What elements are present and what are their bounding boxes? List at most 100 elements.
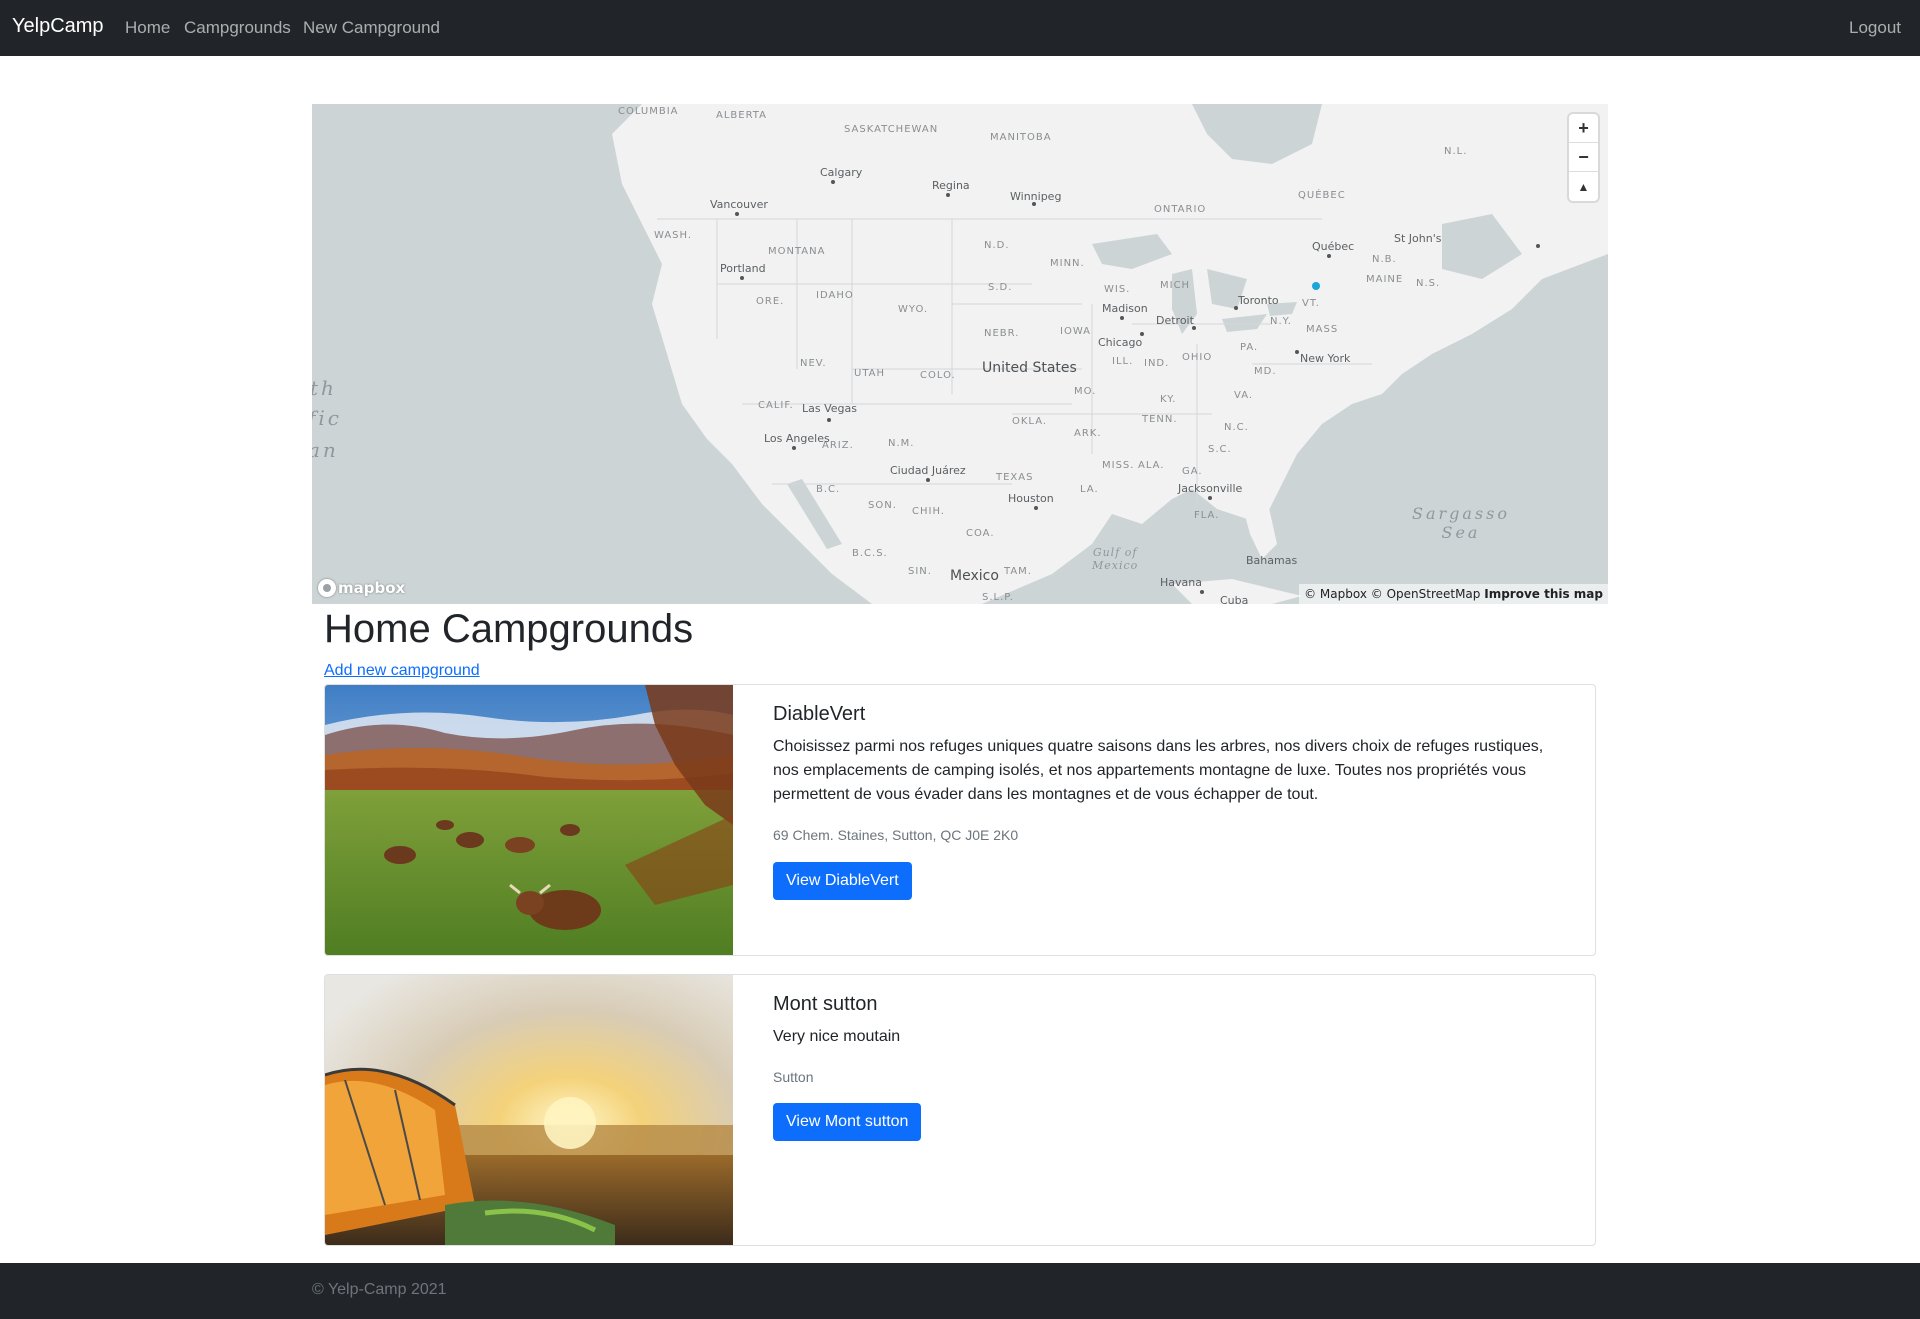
campground-image <box>325 975 733 1245</box>
map-city-dot <box>1140 332 1144 336</box>
map-city-dot <box>1208 496 1212 500</box>
view-campground-button[interactable]: View Mont sutton <box>773 1103 922 1141</box>
mapbox-logo-text: mapbox <box>338 579 406 597</box>
map-region-label: CALIF. <box>758 400 794 411</box>
map-region-label: MASS <box>1306 324 1339 335</box>
map-region-label: N.D. <box>984 240 1010 251</box>
campground-marker[interactable] <box>1312 282 1320 290</box>
navbar: YelpCamp Home Campgrounds New Campground… <box>0 0 1920 56</box>
view-campground-button[interactable]: View DiableVert <box>773 862 912 900</box>
map-region-label: IDAHO <box>816 290 854 301</box>
map-city-label: Québec <box>1312 240 1355 253</box>
map-region-label: COA. <box>966 528 995 539</box>
map-city-label: Detroit <box>1156 314 1194 327</box>
compass-button[interactable]: ▲ <box>1569 172 1598 201</box>
map-city-dot <box>1327 254 1331 258</box>
map-region-label: MISS. <box>1102 460 1135 471</box>
attribution-text[interactable]: © Mapbox © OpenStreetMap <box>1304 587 1480 601</box>
cluster-map[interactable]: COLUMBIA ALBERTA SASKATCHEWAN MANITOBA O… <box>312 104 1608 604</box>
brand-link[interactable]: YelpCamp <box>12 15 104 38</box>
map-region-label: SASKATCHEWAN <box>844 124 939 135</box>
map-region-label: ALA. <box>1138 460 1165 471</box>
map-city-label: Las Vegas <box>802 402 857 415</box>
map-region-label: GA. <box>1182 466 1203 477</box>
map-city-dot <box>946 193 950 197</box>
map-city-label: Calgary <box>820 166 863 179</box>
map-city-dot <box>735 212 739 216</box>
map-city-dot <box>926 478 930 482</box>
footer-copyright: © Yelp-Camp 2021 <box>312 1281 447 1298</box>
campground-card: DiableVert Choisissez parmi nos refuges … <box>324 684 1596 956</box>
map-city-label: Chicago <box>1098 336 1143 349</box>
campground-location: Sutton <box>773 1069 814 1085</box>
map-city-label: Toronto <box>1238 294 1279 307</box>
nav-new-campground-link[interactable]: New Campground <box>303 18 440 38</box>
map-region-label: TAM. <box>1004 566 1032 577</box>
map-city-dot <box>1234 306 1238 310</box>
map-region-label: SIN. <box>908 566 932 577</box>
map-region-label: WYO. <box>898 304 929 315</box>
logout-link[interactable]: Logout <box>1849 18 1901 38</box>
map-region-label: MAINE <box>1366 274 1404 285</box>
map-region-label: MO. <box>1074 386 1097 397</box>
map-city-label: New York <box>1300 352 1351 365</box>
map-city-dot <box>1192 326 1196 330</box>
map-region-label: KY. <box>1160 394 1177 405</box>
map-region-label: IND. <box>1144 358 1170 369</box>
map-region-label: MICH <box>1160 280 1191 291</box>
map-region-label: N.C. <box>1224 422 1249 433</box>
map-sea-label: Sargasso Sea <box>1412 504 1510 542</box>
campground-description: Very nice moutain <box>773 1028 901 1045</box>
nav-campgrounds-link[interactable]: Campgrounds <box>184 18 291 38</box>
mapbox-logo-icon <box>318 579 336 597</box>
map-region-label: B.C. <box>816 484 841 495</box>
map-region-label: NEV. <box>800 358 827 369</box>
campground-title: DiableVert <box>773 703 866 725</box>
zoom-out-button[interactable]: − <box>1569 143 1598 172</box>
map-edge-label: th <box>312 376 337 400</box>
map-city-dot <box>1034 506 1038 510</box>
map-region-label: VA. <box>1234 390 1254 401</box>
nav-home-link[interactable]: Home <box>125 18 170 38</box>
map-region-label: S.D. <box>988 282 1013 293</box>
map-city-label: Havana <box>1160 576 1202 589</box>
map-region-label: N.M. <box>888 438 915 449</box>
map-region-label: ARK. <box>1074 428 1102 439</box>
zoom-in-button[interactable]: + <box>1569 114 1598 143</box>
map-city-dot <box>1120 316 1124 320</box>
map-city-label: Winnipeg <box>1010 190 1062 203</box>
map-region-label: COLO. <box>920 370 956 381</box>
map-city-label: Jacksonville <box>1178 482 1243 495</box>
map-country-label: United States <box>982 360 1077 376</box>
map-city-label: Houston <box>1008 492 1054 505</box>
map-region-label: ONTARIO <box>1154 204 1207 215</box>
map-city-label: Cuba <box>1220 594 1249 604</box>
map-city-label: Madison <box>1102 302 1148 315</box>
add-campground-link[interactable]: Add new campground <box>324 662 480 680</box>
map-navigation-controls: + − ▲ <box>1569 114 1598 201</box>
mapbox-logo[interactable]: mapbox <box>318 579 405 597</box>
map-region-label: WASH. <box>654 230 693 241</box>
campground-description: Choisissez parmi nos refuges uniques qua… <box>773 738 1544 803</box>
map-region-label: B.C.S. <box>852 548 888 559</box>
improve-map-link[interactable]: Improve this map <box>1484 587 1603 601</box>
map-region-label: VT. <box>1302 298 1320 309</box>
map-region-label: S.C. <box>1208 444 1232 455</box>
campground-title: Mont sutton <box>773 993 878 1015</box>
map-region-label: MANITOBA <box>990 132 1052 143</box>
campground-card: Mont sutton Very nice moutain Sutton Vie… <box>324 974 1596 1246</box>
map-region-label: TENN. <box>1142 414 1178 425</box>
map-city-dot <box>740 276 744 280</box>
map-city-dot <box>831 180 835 184</box>
map-region-label: NEBR. <box>984 328 1020 339</box>
map-region-label: ILL. <box>1112 356 1134 367</box>
map-city-label: Los Angeles <box>764 432 830 445</box>
map-region-label: CHIH. <box>912 506 945 517</box>
map-city-dot <box>827 418 831 422</box>
map-region-label: SON. <box>868 500 897 511</box>
map-city-label: Ciudad Juárez <box>890 464 966 477</box>
map-region-label: LA. <box>1080 484 1099 495</box>
map-region-label: MINN. <box>1050 258 1085 269</box>
map-city-dot <box>1032 202 1036 206</box>
map-city-dot <box>1536 244 1540 248</box>
